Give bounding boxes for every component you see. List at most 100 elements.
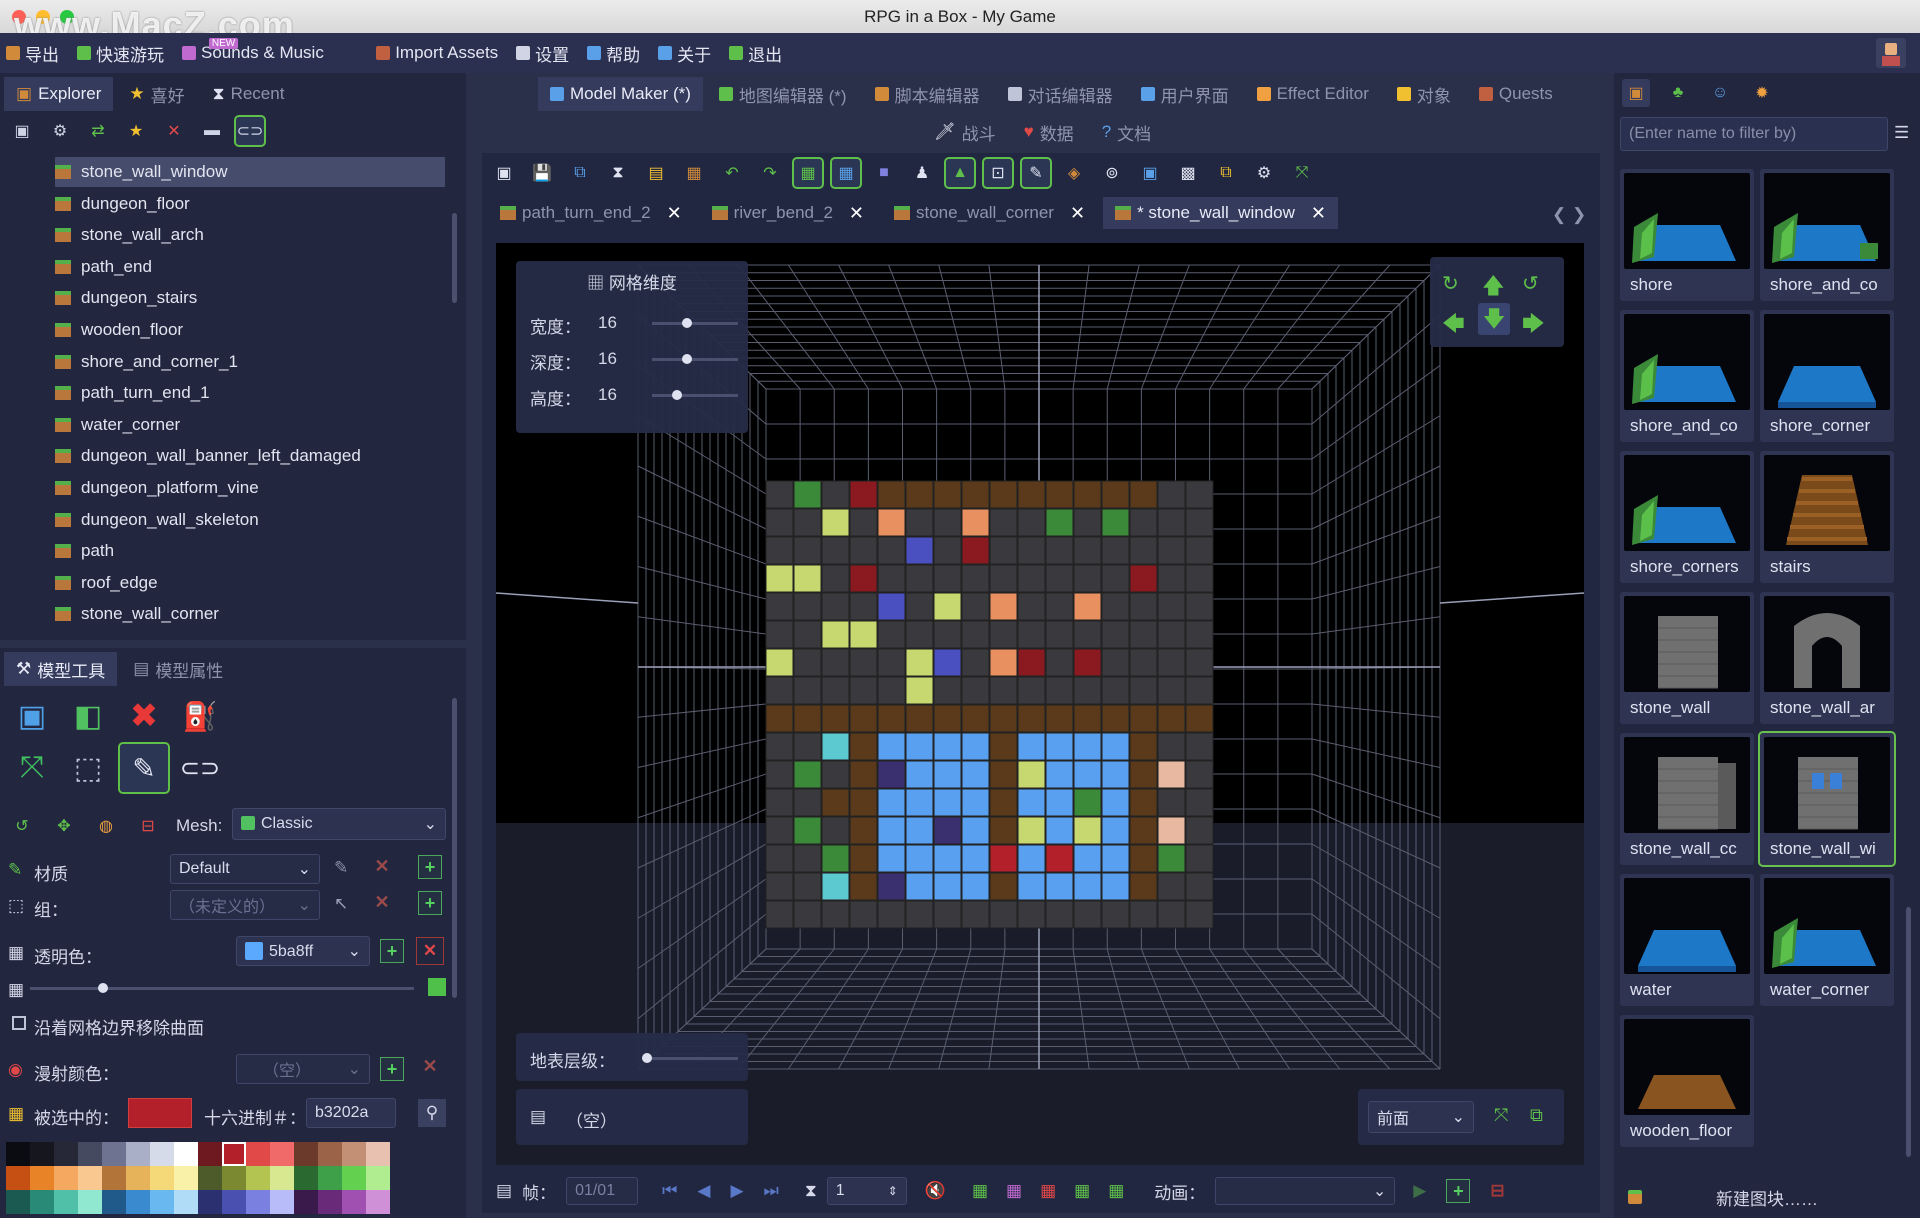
link-tool-icon[interactable]: ⊂⊃: [176, 744, 224, 792]
expand-icon[interactable]: ⤧: [1288, 159, 1316, 187]
palette-swatch[interactable]: [222, 1190, 246, 1214]
alpha-slider[interactable]: [30, 983, 414, 993]
frame-add-icon[interactable]: ▦: [972, 1181, 988, 1201]
palette-swatch[interactable]: [318, 1142, 342, 1166]
gear-icon[interactable]: ⚙: [1250, 159, 1278, 187]
editor-tab-effect[interactable]: Effect Editor: [1245, 77, 1381, 111]
tree-item[interactable]: path: [55, 536, 445, 566]
close-tab-icon[interactable]: ✕: [849, 203, 864, 224]
add-diffuse-button[interactable]: +: [380, 1057, 404, 1081]
copy-icon[interactable]: ⧉: [1212, 159, 1240, 187]
block-card[interactable]: stone_wall_cc: [1620, 733, 1754, 865]
next-frame-icon[interactable]: ▶: [730, 1181, 743, 1201]
pick-group-icon[interactable]: ↖: [334, 894, 348, 914]
frame-delete-icon[interactable]: ▦: [1040, 1181, 1056, 1201]
menu-item-7[interactable]: 退出: [729, 41, 782, 66]
palette-swatch[interactable]: [294, 1142, 318, 1166]
palette-swatch[interactable]: [246, 1190, 270, 1214]
palette-swatch[interactable]: [294, 1190, 318, 1214]
add-material-button[interactable]: +: [418, 855, 442, 879]
block-card[interactable]: shore_and_co: [1760, 169, 1894, 301]
tree-item[interactable]: dungeon_wall_skeleton: [55, 505, 445, 535]
group-select[interactable]: （未定义的） ⌄: [170, 890, 320, 920]
block-card[interactable]: wooden_floor: [1620, 1015, 1754, 1147]
prev-frame-icon[interactable]: ◀: [697, 1181, 710, 1201]
fill-tool-icon[interactable]: ⛽: [176, 692, 224, 740]
person-icon[interactable]: ♟: [908, 159, 936, 187]
block-scrollbar[interactable]: [1906, 907, 1911, 1157]
editor-tab-sword[interactable]: 🗡 战斗: [922, 115, 1008, 149]
tree-item[interactable]: dungeon_floor: [55, 189, 445, 219]
palette-swatch[interactable]: [174, 1142, 198, 1166]
link-icon[interactable]: ⊂⊃: [234, 115, 266, 147]
tree-item[interactable]: dungeon_wall_banner_left_damaged: [55, 441, 445, 471]
palette-swatch[interactable]: [318, 1190, 342, 1214]
palette-swatch[interactable]: [270, 1142, 294, 1166]
arrow-down-icon[interactable]: 🡇: [1478, 303, 1510, 335]
tree-item[interactable]: stone_wall_arch: [55, 220, 445, 250]
block-card[interactable]: stone_wall_wi: [1758, 731, 1896, 867]
image-icon[interactable]: ▣: [1136, 159, 1164, 187]
menu-item-0[interactable]: 导出: [6, 41, 59, 66]
menu-item-4[interactable]: 设置: [516, 41, 569, 66]
tree-item[interactable]: path_end: [55, 252, 445, 282]
tree-item[interactable]: dungeon_platform_vine: [55, 473, 445, 503]
frame-counter[interactable]: 01/01: [566, 1177, 639, 1205]
width-slider[interactable]: [652, 318, 738, 328]
hourglass-icon[interactable]: ⧗: [604, 159, 632, 187]
star-icon[interactable]: ★: [122, 117, 150, 145]
rotate-right-icon[interactable]: ↺: [1522, 271, 1539, 296]
palette-swatch[interactable]: [150, 1142, 174, 1166]
transparent-color-select[interactable]: 5ba8ff ⌄: [236, 936, 370, 966]
mesh-select[interactable]: Classic ⌄: [232, 808, 446, 840]
palette-swatch[interactable]: [294, 1166, 318, 1190]
palette-swatch[interactable]: [54, 1142, 78, 1166]
speed-spinner[interactable]: 1 ⇕: [826, 1177, 907, 1205]
block-card[interactable]: water_corner: [1760, 874, 1894, 1006]
remove-animation-icon[interactable]: ⊟: [1490, 1181, 1504, 1201]
menu-item-6[interactable]: 关于: [658, 41, 711, 66]
palette-swatch[interactable]: [78, 1190, 102, 1214]
palette-swatch[interactable]: [222, 1142, 246, 1166]
palette-swatch[interactable]: [150, 1166, 174, 1190]
height-value[interactable]: 16: [598, 385, 617, 405]
editor-tab-dialogue[interactable]: 对话编辑器: [996, 77, 1125, 111]
arrow-left-icon[interactable]: 🡄: [1442, 307, 1465, 345]
palette-swatch[interactable]: [342, 1166, 366, 1190]
tree-item[interactable]: wooden_floor: [55, 315, 445, 345]
menu-item-5[interactable]: 帮助: [587, 41, 640, 66]
palette-swatch[interactable]: [102, 1166, 126, 1190]
save-icon[interactable]: 💾: [528, 159, 556, 187]
palette-swatch[interactable]: [342, 1190, 366, 1214]
tools-scrollbar[interactable]: [452, 698, 457, 998]
frame-paste-icon[interactable]: ▦: [1108, 1181, 1124, 1201]
mute-icon[interactable]: 🔇: [925, 1181, 946, 1201]
palette-swatch[interactable]: [366, 1190, 390, 1214]
expand-tool-icon[interactable]: ⤧: [8, 744, 56, 792]
fit-view-icon[interactable]: ⤧: [1494, 1105, 1508, 1126]
palette-swatch[interactable]: [222, 1166, 246, 1190]
palette-swatch[interactable]: [6, 1166, 30, 1190]
material-select[interactable]: Default ⌄: [170, 854, 320, 884]
file-tab[interactable]: path_turn_end_2 ✕: [488, 197, 694, 229]
add-group-button[interactable]: +: [418, 891, 442, 915]
props-tab-icon[interactable]: ♣: [1664, 79, 1692, 107]
add-transparent-button[interactable]: +: [380, 939, 404, 963]
first-frame-icon[interactable]: ⏮: [662, 1181, 677, 1201]
palette-swatch[interactable]: [342, 1142, 366, 1166]
palette-swatch[interactable]: [174, 1166, 198, 1190]
play-animation-icon[interactable]: ▶: [1413, 1181, 1426, 1201]
gear-icon[interactable]: ⚙: [46, 117, 74, 145]
palette-swatch[interactable]: [30, 1190, 54, 1214]
empty-slot-panel[interactable]: ▤ （空）: [516, 1089, 748, 1145]
delete-icon[interactable]: ✕: [160, 117, 188, 145]
palette-swatch[interactable]: [126, 1142, 150, 1166]
eyedropper-icon[interactable]: ⚲: [418, 1099, 446, 1127]
palette-swatch[interactable]: [102, 1142, 126, 1166]
light-icon[interactable]: ✎: [1020, 157, 1052, 189]
tab-tool-1[interactable]: ▤ 模型属性: [121, 652, 235, 686]
frame-copy-icon[interactable]: ▦: [1074, 1181, 1090, 1201]
alpha-color-swatch[interactable]: [428, 978, 446, 996]
depth-value[interactable]: 16: [598, 349, 617, 369]
editor-tab-heart[interactable]: ♥ 数据: [1012, 115, 1086, 149]
